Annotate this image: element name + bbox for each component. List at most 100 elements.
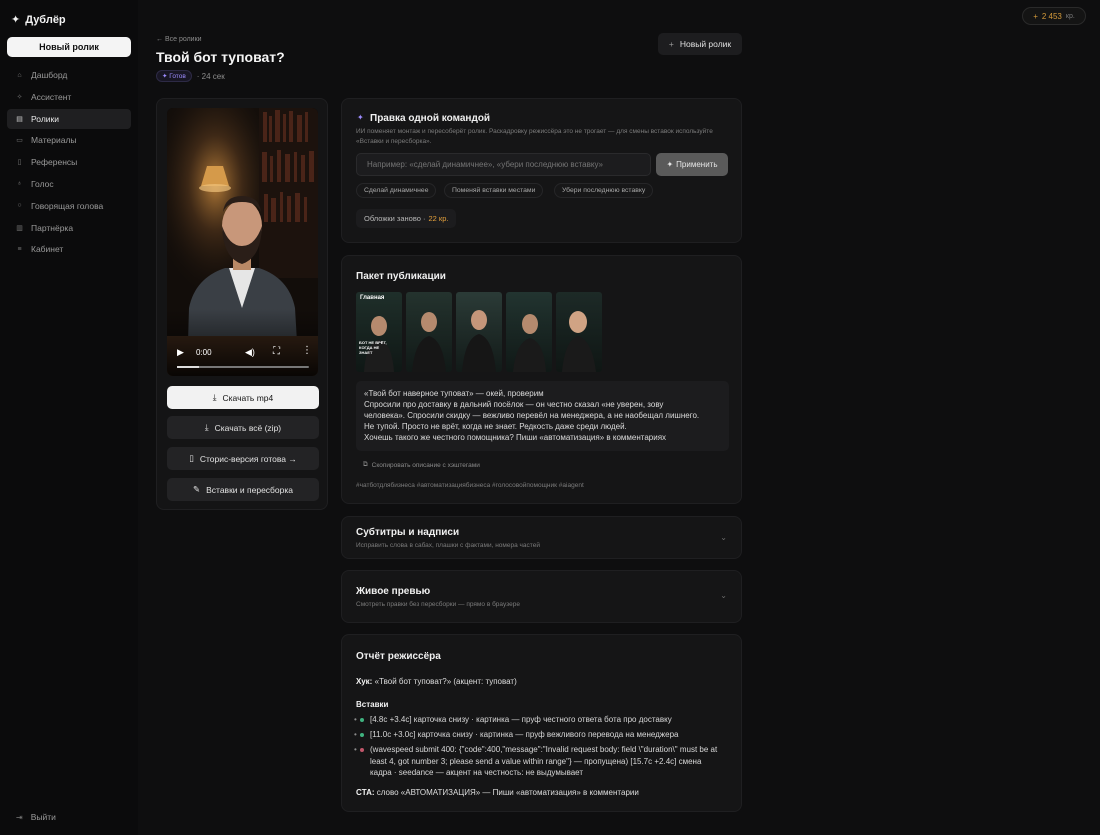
- regenerate-covers-button[interactable]: Обложки заново · 22 кр.: [356, 209, 457, 228]
- logout-button[interactable]: ⇥ Выйти: [16, 812, 56, 822]
- brand-logo[interactable]: ✦ Дублёр: [11, 13, 66, 27]
- phone-icon: ▯: [189, 453, 194, 463]
- thumbnail-caption: БОТ НЕ ВРЁТ, КОГДА НЕ ЗНАЕТ: [359, 340, 387, 355]
- status-dot-ok: [360, 733, 364, 737]
- video-player[interactable]: ▶ 0:00 ◀) ⛶ ⋮: [167, 108, 318, 376]
- insert-text: (wavespeed submit 400: {"code":400,"mess…: [370, 745, 718, 777]
- volume-icon[interactable]: ◀): [245, 347, 255, 358]
- thumbnail-image: [364, 316, 394, 372]
- chevron-down-icon[interactable]: ⌄: [720, 591, 727, 600]
- suggestion-chip[interactable]: Поменяй вставки местами: [444, 183, 544, 198]
- plus-icon: +: [1033, 11, 1038, 21]
- sparkle-icon: ✦: [357, 113, 364, 122]
- edit-command-card: ✦ Правка одной командой ИИ поменяет монт…: [341, 98, 742, 243]
- command-input[interactable]: [356, 153, 651, 176]
- cover-thumbnail[interactable]: [456, 292, 502, 372]
- report-title: Отчёт режиссёра: [356, 651, 441, 662]
- cover-thumbnail[interactable]: [556, 292, 602, 372]
- inserts-rebuild-button[interactable]: ✎ Вставки и пересборка: [167, 478, 319, 501]
- subtitles-title: Субтитры и надписи: [356, 527, 460, 538]
- plus-icon: +: [668, 39, 674, 49]
- sidebar-item-voice[interactable]: ♁ Голос: [7, 174, 131, 194]
- page-title: Твой бот туповат?: [156, 49, 285, 65]
- brand-name: Дублёр: [25, 13, 66, 26]
- sidebar-item-references[interactable]: ▯ Референсы: [7, 152, 131, 172]
- inserts-rebuild-label: Вставки и пересборка: [206, 484, 293, 495]
- director-report-card: Отчёт режиссёра Хук: «Твой бот туповат?»…: [341, 634, 742, 812]
- fullscreen-icon[interactable]: ⛶: [273, 346, 280, 357]
- bullet-marker: •: [354, 745, 357, 754]
- video-frame: [167, 108, 318, 376]
- logout-icon: ⇥: [16, 812, 23, 822]
- download-zip-label: Скачать всё (zip): [214, 422, 282, 433]
- insert-text: [11.0с +3.0с] карточка снизу · картинка …: [370, 730, 679, 739]
- sidebar-item-assistant[interactable]: ✧ Ассистент: [7, 87, 131, 107]
- description-line: Спросили про доставку в дальний посёлок …: [364, 400, 664, 409]
- film-icon: ▤: [16, 115, 23, 123]
- thumbnail-image: [412, 312, 446, 372]
- credits-value: 2 453: [1041, 11, 1062, 21]
- sidebar-item-label: Ассистент: [31, 91, 72, 102]
- stories-version-button[interactable]: ▯ Сторис-версия готова →: [167, 447, 319, 470]
- sidebar-item-label: Материалы: [31, 135, 77, 146]
- thumbnail-image: [462, 310, 496, 372]
- video-progress-bar[interactable]: [177, 366, 309, 368]
- sparkle-icon: ✦: [11, 14, 21, 26]
- new-video-header-button[interactable]: + Новый ролик: [658, 33, 742, 55]
- hook-label: Хук:: [356, 677, 373, 686]
- cta-label: CTA:: [356, 788, 375, 797]
- regenerate-covers-price: 22 кр.: [428, 214, 449, 223]
- publish-description[interactable]: «Твой бот наверное туповат» — окей, пров…: [356, 381, 729, 451]
- subtitles-card[interactable]: Субтитры и надписи Исправить слова в саб…: [341, 516, 742, 559]
- sidebar-item-label: Ролики: [31, 113, 60, 124]
- sidebar-item-materials[interactable]: ▭ Материалы: [7, 130, 131, 150]
- report-cta: CTA: слово «АВТОМАТИЗАЦИЯ» — Пиши «автом…: [356, 787, 639, 799]
- download-mp4-button[interactable]: ⤓ Скачать mp4: [167, 386, 319, 409]
- chevron-down-icon[interactable]: ⌄: [720, 533, 727, 542]
- bullet-marker: •: [354, 715, 357, 724]
- publish-card-title: Пакет публикации: [356, 271, 446, 282]
- apply-button[interactable]: ✦ Применить: [656, 153, 728, 176]
- sparkle-icon: ✧: [16, 93, 23, 101]
- sidebar-item-videos[interactable]: ▤ Ролики: [7, 108, 131, 129]
- breadcrumb-back-link[interactable]: ← Все ролики: [156, 36, 202, 43]
- thumbnail-image: [562, 311, 596, 372]
- mic-icon: ♁: [16, 180, 23, 188]
- sidebar-item-talking-head[interactable]: ○ Говорящая голова: [7, 196, 131, 216]
- download-mp4-label: Скачать mp4: [222, 392, 274, 403]
- sidebar-nav: ⌂ Дашборд ✧ Ассистент ▤ Ролики ▭ Материа…: [7, 65, 131, 261]
- cover-thumbnail[interactable]: [406, 292, 452, 372]
- apply-label: Применить: [676, 160, 718, 169]
- inserts-label: Вставки: [356, 700, 389, 709]
- credits-badge[interactable]: + 2 453 кр.: [1022, 7, 1086, 25]
- insert-item: • [11.0с +3.0с] карточка снизу · картинк…: [354, 729, 720, 741]
- settings-icon: ≡: [17, 245, 22, 253]
- sidebar-item-partners[interactable]: ▥ Партнёрка: [7, 218, 131, 238]
- live-preview-subtitle: Смотреть правки без пересборки — прямо в…: [356, 601, 520, 608]
- description-line: человека». Спросили скидку — вежливо пер…: [364, 411, 700, 420]
- play-icon[interactable]: ▶: [177, 347, 184, 358]
- video-panel: ▶ 0:00 ◀) ⛶ ⋮ ⤓ Скачать mp4 ⤓ Скачать вс…: [156, 98, 328, 510]
- edit-card-subtitle: ИИ поменяет монтаж и пересоберёт ролик. …: [356, 128, 713, 145]
- video-progress-fill: [177, 366, 199, 368]
- cover-thumbnail[interactable]: Главная БОТ НЕ ВРЁТ, КОГДА НЕ ЗНАЕТ: [356, 292, 402, 372]
- suggestion-chip[interactable]: Убери последнюю вставку: [554, 183, 654, 198]
- thumbnail-main-label: Главная: [360, 295, 385, 301]
- video-time: 0:00: [196, 348, 212, 357]
- live-preview-card[interactable]: Живое превью Смотреть правки без пересбо…: [341, 570, 742, 623]
- suggestion-chip[interactable]: Сделай динамичнее: [356, 183, 437, 198]
- sidebar-item-account[interactable]: ≡ Кабинет: [7, 239, 131, 259]
- new-video-label: Новый ролик: [679, 39, 732, 49]
- hook-text: «Твой бот туповат?» (акцент: туповат): [374, 677, 517, 686]
- more-options-icon[interactable]: ⋮: [302, 345, 312, 356]
- cover-thumbnail[interactable]: [506, 292, 552, 372]
- bookmark-icon: ▯: [17, 159, 22, 167]
- insert-item: • (wavespeed submit 400: {"code":400,"me…: [354, 744, 720, 779]
- insert-item: • [4.8с +3.4с] карточка снизу · картинка…: [354, 714, 720, 726]
- sidebar-item-dashboard[interactable]: ⌂ Дашборд: [7, 65, 131, 85]
- download-zip-button[interactable]: ⤓ Скачать всё (zip): [167, 416, 319, 439]
- new-video-button[interactable]: Новый ролик: [7, 37, 131, 57]
- sidebar-item-label: Кабинет: [31, 244, 64, 255]
- copy-description-button[interactable]: ⧉ Скопировать описание с хэштегами: [363, 461, 480, 469]
- credits-unit: кр.: [1065, 12, 1075, 20]
